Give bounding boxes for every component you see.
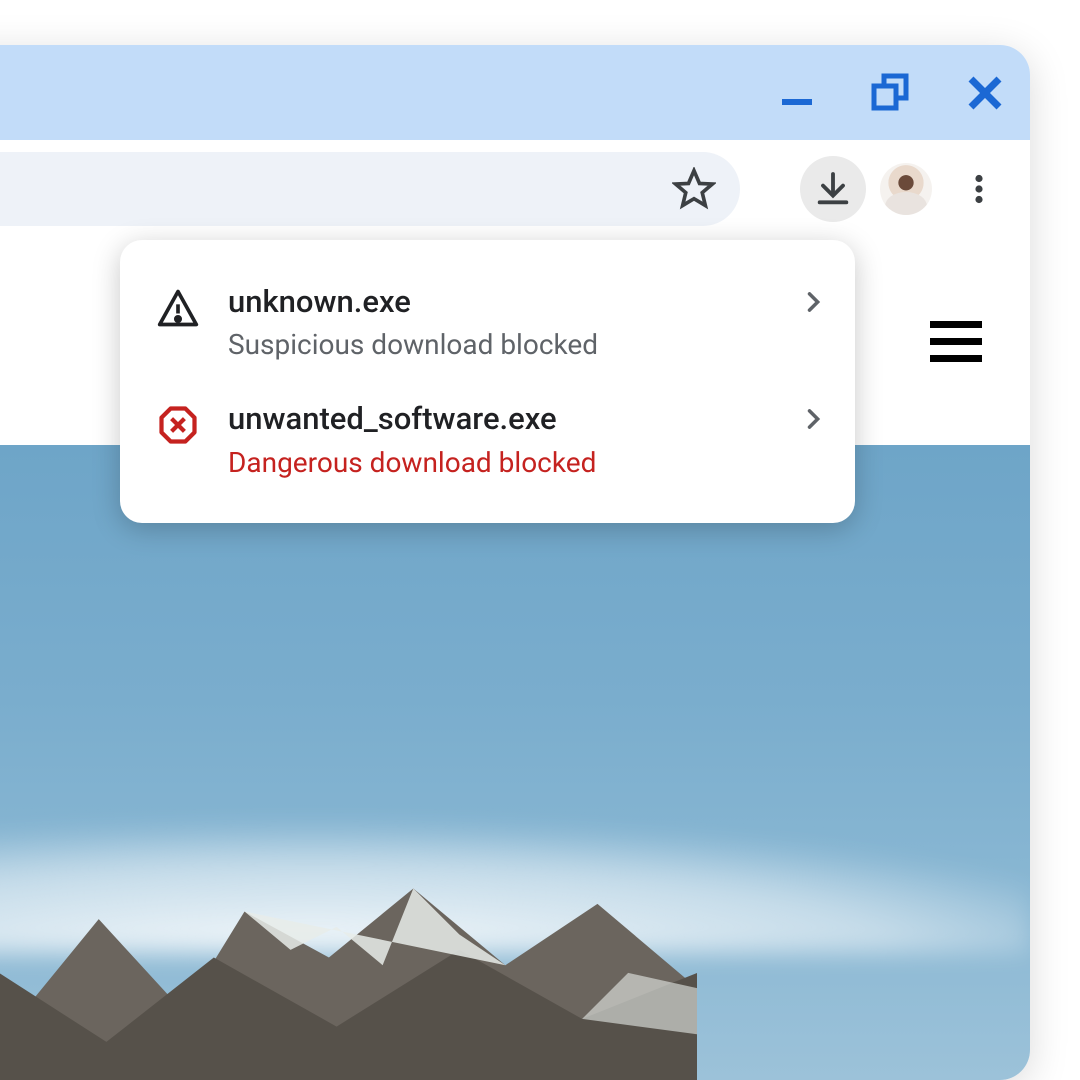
star-icon[interactable] bbox=[672, 167, 716, 211]
minimize-button[interactable] bbox=[770, 66, 824, 120]
browser-window bbox=[0, 45, 1030, 1080]
chevron-right-icon bbox=[799, 405, 827, 433]
restore-icon bbox=[871, 73, 911, 113]
download-icon bbox=[813, 169, 853, 209]
download-item-suspicious[interactable]: unknown.exe Suspicious download blocked bbox=[120, 264, 855, 381]
profile-avatar[interactable] bbox=[880, 163, 932, 215]
minimize-icon bbox=[778, 74, 816, 112]
downloads-popup: unknown.exe Suspicious download blocked … bbox=[120, 240, 855, 523]
warning-triangle-icon bbox=[156, 286, 200, 330]
hamburger-icon bbox=[930, 321, 982, 328]
hero-image bbox=[0, 445, 1030, 1080]
chevron-right-icon bbox=[799, 288, 827, 316]
close-button[interactable] bbox=[958, 66, 1012, 120]
page-menu-button[interactable] bbox=[930, 321, 982, 362]
block-octagon-icon bbox=[156, 403, 200, 447]
restore-button[interactable] bbox=[864, 66, 918, 120]
toolbar bbox=[0, 140, 1030, 238]
download-status: Dangerous download blocked bbox=[228, 446, 771, 479]
more-vert-icon bbox=[961, 171, 997, 207]
download-filename: unknown.exe bbox=[228, 282, 771, 322]
titlebar bbox=[0, 45, 1030, 140]
downloads-button[interactable] bbox=[800, 156, 866, 222]
download-status: Suspicious download blocked bbox=[228, 328, 771, 361]
close-icon bbox=[965, 73, 1005, 113]
browser-menu-button[interactable] bbox=[946, 156, 1012, 222]
download-filename: unwanted_software.exe bbox=[228, 399, 771, 439]
download-item-dangerous[interactable]: unwanted_software.exe Dangerous download… bbox=[120, 381, 855, 498]
mountain-illustration bbox=[0, 712, 697, 1080]
address-bar[interactable] bbox=[0, 152, 740, 226]
